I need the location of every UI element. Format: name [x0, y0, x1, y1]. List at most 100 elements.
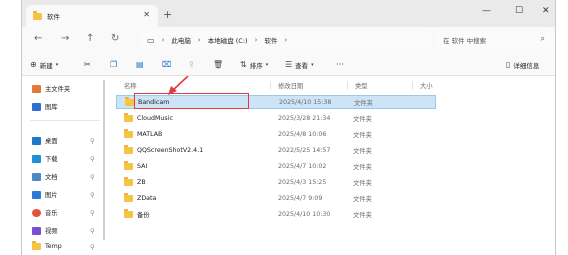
chevron-right-icon: › [284, 36, 288, 44]
sidebar-item-music[interactable]: 音乐 [32, 206, 58, 219]
file-row[interactable]: ZB 2025/4/3 15:25 文件夹 [116, 175, 436, 189]
sidebar-item-downloads[interactable]: 下载 [32, 152, 58, 165]
folder-icon [124, 160, 133, 170]
sidebar-item-label: 音乐 [45, 210, 58, 217]
share-icon[interactable]: ⇪ [188, 58, 195, 71]
file-type: 文件夹 [353, 179, 372, 187]
file-row[interactable]: MATLAB 2025/4/8 10:06 文件夹 [116, 127, 436, 141]
rename-icon[interactable]: ⌧ [162, 58, 171, 71]
new-button[interactable]: ⊕ 新建 ▾ [30, 58, 58, 71]
sidebar-item-label: 图库 [45, 104, 58, 111]
more-options-button[interactable]: ··· [336, 58, 344, 71]
sidebar-scrollbar[interactable] [103, 80, 105, 240]
delete-icon[interactable]: 🗑 [213, 58, 223, 71]
sidebar-item-pictures[interactable]: 图片 [32, 188, 58, 201]
sort-icon: ⇅ [240, 60, 247, 69]
sidebar-divider [30, 120, 100, 121]
minimize-button[interactable]: — [482, 6, 491, 16]
up-button[interactable]: ↑ [86, 33, 94, 45]
file-row[interactable]: QQScreenShotV2.4.1 2022/5/25 14:57 文件夹 [116, 143, 436, 157]
sidebar-item-label: 视频 [45, 228, 58, 235]
folder-icon [33, 10, 42, 20]
pin-icon[interactable]: ⚲ [90, 191, 95, 199]
sidebar-item-label: 下载 [45, 156, 58, 163]
column-header-type[interactable]: 类型 [355, 81, 368, 90]
sidebar-item-label: 文档 [45, 174, 58, 181]
picture-icon [32, 190, 41, 199]
download-icon [32, 154, 41, 163]
cut-icon[interactable]: ✂ [84, 58, 91, 71]
new-label: 新建 [39, 61, 53, 70]
file-row[interactable]: 备份 2025/4/10 10:30 文件夹 [116, 207, 436, 221]
file-list: 名称 修改日期 类型 大小 Bandicam 2025/4/10 15:38 文… [110, 76, 555, 255]
pin-icon[interactable]: ⚲ [90, 209, 95, 217]
pin-icon[interactable]: ⚲ [90, 243, 95, 251]
breadcrumb-local-disk[interactable]: 本地磁盘 (C:) [208, 35, 248, 45]
file-name: QQScreenShotV2.4.1 [137, 146, 204, 154]
music-icon [32, 208, 41, 217]
file-row[interactable]: SAI 2025/4/7 10:02 文件夹 [116, 159, 436, 173]
pin-icon[interactable]: ⚲ [90, 137, 95, 145]
file-name: 备份 [137, 211, 150, 219]
folder-icon [32, 241, 41, 250]
refresh-button[interactable]: ↻ [111, 33, 119, 45]
desktop-icon [32, 136, 41, 145]
details-label: 详细信息 [513, 61, 540, 70]
close-window-button[interactable]: ✕ [542, 6, 550, 16]
tab-current-folder[interactable]: 软件 ✕ [26, 5, 158, 27]
column-divider[interactable] [270, 81, 271, 90]
sidebar-item-videos[interactable]: 视频 [32, 224, 58, 237]
column-divider[interactable] [412, 81, 413, 90]
forward-button[interactable]: → [61, 33, 69, 45]
column-header-size[interactable]: 大小 [420, 81, 433, 90]
sidebar-item-label: Temp [45, 243, 62, 250]
tab-close-icon[interactable]: ✕ [143, 10, 150, 19]
back-button[interactable]: ← [34, 33, 42, 45]
annotation-arrow-icon [168, 76, 189, 95]
sidebar-item-label: 图片 [45, 192, 58, 199]
view-button[interactable]: ☰ 查看 ▾ [285, 58, 314, 71]
column-divider[interactable] [347, 81, 348, 90]
details-pane-button[interactable]: ▯ 详细信息 [506, 58, 539, 71]
sidebar-item-documents[interactable]: 文档 [32, 170, 58, 183]
sort-button[interactable]: ⇅ 排序 ▾ [240, 58, 268, 71]
file-type: 文件夹 [353, 211, 372, 219]
folder-icon [124, 128, 133, 138]
details-pane-icon: ▯ [506, 60, 511, 69]
command-bar: ⊕ 新建 ▾ ✂ ❐ ▤ ⌧ ⇪ 🗑 ⇅ 排序 ▾ ☰ 查看 ▾ ··· ▯ 详… [22, 53, 555, 76]
pin-icon[interactable]: ⚲ [90, 173, 95, 181]
folder-icon [124, 192, 133, 202]
file-type: 文件夹 [353, 147, 372, 155]
breadcrumb-this-pc[interactable]: 此电脑 [171, 35, 191, 45]
home-icon [32, 84, 41, 93]
chevron-right-icon: › [254, 36, 258, 44]
address-bar[interactable]: ▭ › 此电脑 › 本地磁盘 (C:) › 软件 › [142, 31, 432, 49]
copy-icon[interactable]: ❐ [110, 58, 117, 71]
breadcrumb-software[interactable]: 软件 [264, 35, 277, 45]
monitor-icon: ▭ [147, 35, 155, 45]
sidebar-item-temp[interactable]: Temp [32, 240, 62, 253]
new-tab-button[interactable]: + [163, 9, 172, 20]
sidebar-item-gallery[interactable]: 图库 [32, 100, 58, 113]
maximize-button[interactable]: ☐ [515, 6, 523, 16]
file-row[interactable]: ZData 2025/4/7 9:09 文件夹 [116, 191, 436, 205]
document-icon [32, 172, 41, 181]
pin-icon[interactable]: ⚲ [90, 227, 95, 235]
sidebar-item-home[interactable]: 主文件夹 [32, 82, 70, 95]
paste-icon[interactable]: ▤ [136, 58, 144, 71]
sidebar-item-label: 主文件夹 [45, 86, 71, 93]
tab-title: 软件 [47, 13, 60, 21]
view-icon: ☰ [285, 60, 293, 69]
search-placeholder: 在 软件 中搜索 [443, 37, 487, 45]
search-input[interactable]: 在 软件 中搜索 ⌕ [437, 31, 551, 49]
pin-icon[interactable]: ⚲ [90, 155, 95, 163]
file-name: ZData [137, 194, 157, 202]
folder-icon [124, 208, 133, 218]
column-header-date[interactable]: 修改日期 [278, 81, 303, 90]
gallery-icon [32, 102, 41, 111]
file-date: 2025/4/7 9:09 [278, 194, 323, 202]
file-name: ZB [137, 178, 146, 186]
title-bar: 软件 ✕ + — ☐ ✕ [22, 0, 555, 27]
folder-icon [124, 176, 133, 186]
sidebar-item-desktop[interactable]: 桌面 [32, 134, 58, 147]
